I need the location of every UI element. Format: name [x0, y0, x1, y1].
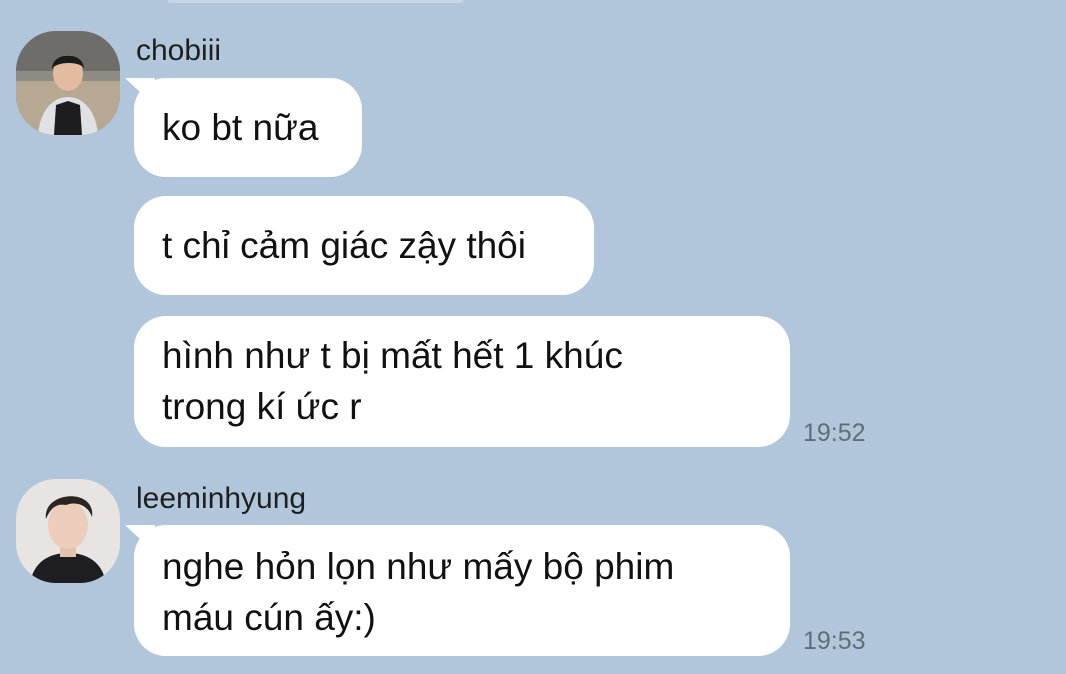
message-bubble[interactable]: nghe hỏn lọn như mấy bộ phim máu cún ấy:… — [134, 525, 790, 656]
previous-message-edge — [168, 0, 463, 3]
message-text-line: hình như t bị mất hết 1 khúc — [162, 335, 623, 376]
message-bubble[interactable]: t chỉ cảm giác zậy thôi — [134, 196, 594, 295]
message-bubble[interactable]: ko bt nữa — [134, 78, 362, 177]
message-text-line: trong kí ức r — [162, 386, 362, 427]
user-avatar-icon — [16, 479, 120, 583]
message-text: ko bt nữa — [162, 107, 319, 148]
message-timestamp: 19:53 — [803, 627, 866, 655]
message-text-line: nghe hỏn lọn như mấy bộ phim — [162, 546, 675, 587]
message-bubble[interactable]: hình như t bị mất hết 1 khúc trong kí ức… — [134, 316, 790, 447]
message-text-line: máu cún ấy:) — [162, 597, 376, 638]
chobiii-avatar[interactable] — [16, 31, 120, 135]
message-text: t chỉ cảm giác zậy thôi — [162, 225, 526, 266]
sender-name: chobiii — [136, 34, 222, 67]
leeminhyung-avatar[interactable] — [16, 479, 120, 583]
sender-name: leeminhyung — [136, 482, 307, 515]
message-timestamp: 19:52 — [803, 419, 866, 447]
user-avatar-icon — [16, 31, 120, 135]
